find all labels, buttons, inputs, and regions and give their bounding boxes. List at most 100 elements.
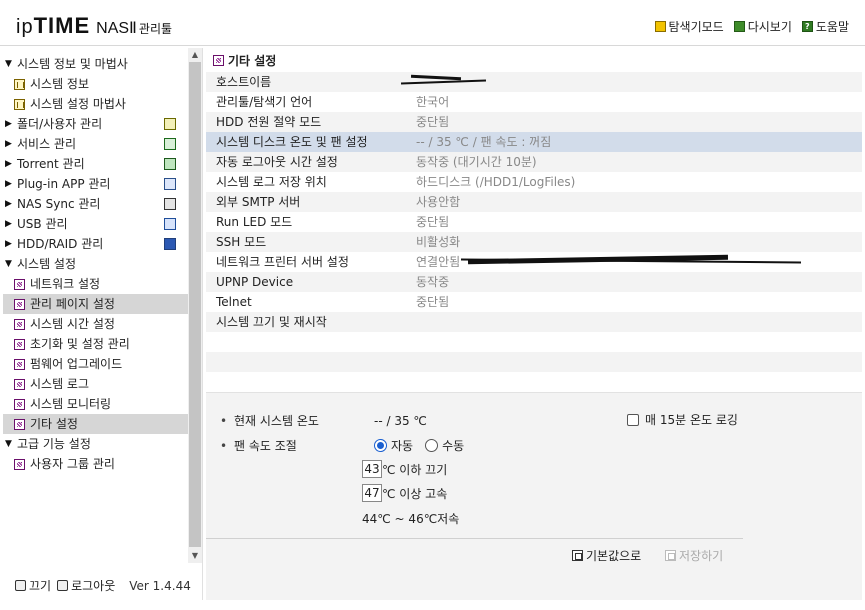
save-button[interactable]: 저장하기 (665, 547, 723, 564)
scroll-up-icon[interactable]: ▲ (188, 48, 202, 62)
nav-label: 사용자 그룹 관리 (30, 457, 115, 471)
fan-high-row: 47 ℃ 이상 고속 (362, 484, 447, 502)
nav-system-info-wizard[interactable]: ▼ 시스템 정보 및 마법사 (3, 54, 188, 74)
reset-default-label: 기본값으로 (586, 549, 642, 563)
fan-auto-label: 자동 (391, 439, 414, 453)
nav-plugin[interactable]: ▶ Plug-in APP 관리 (3, 174, 188, 194)
setting-shutdown-restart[interactable]: 시스템 끄기 및 재시작 (206, 312, 862, 332)
nav-label: 시스템 시간 설정 (30, 317, 115, 331)
fan-auto-radio[interactable] (374, 439, 387, 452)
nav-tree: ▼ 시스템 정보 및 마법사 시스템 정보 시스템 설정 마법사 ▶ 폴더/사용… (3, 54, 188, 474)
setting-ssh[interactable]: SSH 모드 비활성화 (206, 232, 862, 252)
setting-value: -- / 35 ℃ / 팬 속도 : 꺼짐 (416, 135, 552, 149)
chart-icon (14, 78, 25, 90)
fan-manual-radio[interactable] (425, 439, 439, 452)
setting-key: Telnet (216, 295, 252, 309)
nav-system-log[interactable]: 시스템 로그 (3, 374, 188, 394)
settings-grid-icon (14, 278, 25, 290)
setting-key: UPNP Device (216, 275, 294, 289)
sync-icon (164, 198, 176, 210)
setting-printer-server[interactable]: 네트워크 프린터 서버 설정 연결안됨 (206, 252, 862, 272)
nav-misc-settings[interactable]: 기타 설정 (3, 414, 188, 434)
caret-right-icon: ▶ (5, 119, 12, 129)
nav-reset-config[interactable]: 초기화 및 설정 관리 (3, 334, 188, 354)
reset-default-button[interactable]: 기본값으로 (572, 547, 641, 564)
sidebar-scrollbar[interactable]: ▲ ▼ (188, 48, 202, 563)
temp-log-checkbox[interactable] (627, 413, 639, 426)
nav-system-time[interactable]: 시스템 시간 설정 (3, 314, 188, 334)
setting-key: 시스템 로그 저장 위치 (216, 175, 327, 189)
nav-label: 서비스 관리 (17, 137, 77, 151)
logo-ip: ip (16, 16, 34, 38)
detail-panel: • 현재 시스템 온도 -- / 35 ℃ 매 15분 온도 로깅 • 팬 속도… (206, 392, 862, 600)
redaction-mark (467, 254, 729, 265)
nav-label: Plug-in APP 관리 (17, 177, 111, 191)
fan-low-row: 43 ℃ 이하 끄기 (362, 460, 447, 478)
refresh-link[interactable]: 다시보기 (733, 18, 792, 35)
folder-icon (164, 118, 176, 130)
setting-key: 호스트이름 (216, 75, 272, 89)
temp-log-checkbox-row[interactable]: 매 15분 온도 로깅 (627, 411, 738, 428)
setting-hostname[interactable]: 호스트이름 (206, 72, 862, 92)
nav-user-group[interactable]: 사용자 그룹 관리 (3, 454, 188, 474)
nav-system-settings[interactable]: ▼ 시스템 설정 (3, 254, 188, 274)
setting-log-location[interactable]: 시스템 로그 저장 위치 하드디스크 (/HDD1/LogFiles) (206, 172, 862, 192)
nav-advanced-settings[interactable]: ▼ 고급 기능 설정 (3, 434, 188, 454)
setting-hdd-power-saving[interactable]: HDD 전원 절약 모드 중단됨 (206, 112, 862, 132)
nav-hdd-raid[interactable]: ▶ HDD/RAID 관리 (3, 234, 188, 254)
nav-label: 시스템 모니터링 (30, 397, 112, 411)
power-icon (15, 580, 26, 591)
help-link[interactable]: ? 도움말 (801, 18, 849, 35)
refresh-icon (733, 21, 745, 32)
setting-telnet[interactable]: Telnet 중단됨 (206, 292, 862, 312)
power-off-label: 끄기 (29, 579, 52, 593)
top-links: 탐색기모드 다시보기 ? 도움말 (654, 18, 849, 35)
setting-key: 네트워크 프린터 서버 설정 (216, 255, 349, 269)
version-label: Ver 1.4.44 (129, 578, 191, 593)
scroll-down-icon[interactable]: ▼ (188, 549, 202, 563)
power-off-button[interactable]: 끄기 (15, 577, 51, 594)
fan-high-threshold-input[interactable]: 47 (362, 484, 382, 502)
bullet: • (220, 413, 228, 428)
settings-list: 호스트이름 관리툴/탐색기 언어 한국어 HDD 전원 절약 모드 중단됨 시스… (206, 72, 862, 392)
nav-firmware-upgrade[interactable]: 펌웨어 업그레이드 (3, 354, 188, 374)
setting-disk-temp-fan[interactable]: 시스템 디스크 온도 및 팬 설정 -- / 35 ℃ / 팬 속도 : 꺼짐 (206, 132, 862, 152)
setting-value: 동작중 (416, 275, 450, 289)
caret-right-icon: ▶ (5, 159, 12, 169)
explorer-mode-label: 탐색기모드 (668, 20, 724, 34)
nav-system-monitoring[interactable]: 시스템 모니터링 (3, 394, 188, 414)
nav-system-info[interactable]: 시스템 정보 (3, 74, 188, 94)
setting-key: 시스템 디스크 온도 및 팬 설정 (216, 135, 368, 149)
setting-smtp[interactable]: 외부 SMTP 서버 사용안함 (206, 192, 862, 212)
empty-row (206, 332, 862, 352)
settings-grid-icon (14, 378, 25, 390)
help-label: 도움말 (815, 20, 849, 34)
scroll-thumb[interactable] (189, 62, 201, 547)
nav-usb[interactable]: ▶ USB 관리 (3, 214, 188, 234)
fan-off-threshold-label: ℃ 이하 끄기 (382, 462, 448, 477)
fan-high-threshold-label: ℃ 이상 고속 (382, 486, 448, 501)
nav-system-wizard[interactable]: 시스템 설정 마법사 (3, 94, 188, 114)
nav-folder-user[interactable]: ▶ 폴더/사용자 관리 (3, 114, 188, 134)
setting-auto-logout[interactable]: 자동 로그아웃 시간 설정 동작중 (대기시간 10분) (206, 152, 862, 172)
setting-run-led[interactable]: Run LED 모드 중단됨 (206, 212, 862, 232)
nav-torrent[interactable]: ▶ Torrent 관리 (3, 154, 188, 174)
setting-key: 시스템 끄기 및 재시작 (216, 315, 327, 329)
nav-nas-sync[interactable]: ▶ NAS Sync 관리 (3, 194, 188, 214)
nav-label: 펌웨어 업그레이드 (30, 357, 123, 371)
explorer-mode-link[interactable]: 탐색기모드 (654, 18, 724, 35)
fan-off-threshold-input[interactable]: 43 (362, 460, 382, 478)
sidebar: ▼ 시스템 정보 및 마법사 시스템 정보 시스템 설정 마법사 ▶ 폴더/사용… (3, 48, 191, 600)
nav-label: 초기화 및 설정 관리 (30, 337, 130, 351)
nav-admin-page-settings[interactable]: 관리 페이지 설정 (3, 294, 188, 314)
setting-language[interactable]: 관리툴/탐색기 언어 한국어 (206, 92, 862, 112)
setting-upnp[interactable]: UPNP Device 동작중 (206, 272, 862, 292)
nav-label: 시스템 설정 (17, 257, 77, 271)
nav-network-settings[interactable]: 네트워크 설정 (3, 274, 188, 294)
logout-button[interactable]: 로그아웃 (57, 577, 115, 594)
caret-down-icon: ▼ (5, 439, 12, 449)
redaction-mark (410, 74, 462, 81)
nav-service[interactable]: ▶ 서비스 관리 (3, 134, 188, 154)
caret-down-icon: ▼ (5, 259, 12, 269)
setting-value: 동작중 (대기시간 10분) (416, 155, 537, 169)
